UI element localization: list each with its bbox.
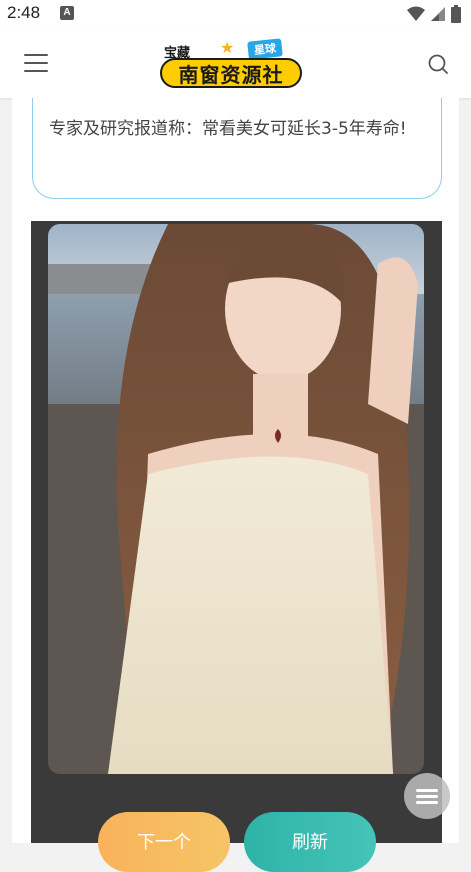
status-icons (407, 5, 461, 23)
wifi-icon (407, 6, 425, 21)
quote-bubble: 专家及研究报道称：常看美女可延长3-5年寿命! (32, 98, 442, 199)
logo-tag: 星球 (247, 38, 283, 60)
signal-icon (431, 7, 445, 21)
featured-photo[interactable] (48, 224, 424, 774)
site-logo[interactable]: 宝藏 ★ 星球 南窗资源社 (160, 38, 302, 90)
app-header: 宝藏 ★ 星球 南窗资源社 (0, 28, 471, 98)
refresh-button[interactable]: 刷新 (244, 812, 376, 872)
quote-text: 专家及研究报道称：常看美女可延长3-5年寿命! (49, 119, 407, 139)
logo-main-text: 南窗资源社 (160, 58, 302, 88)
photo-illustration (48, 224, 424, 774)
battery-icon (451, 5, 461, 23)
star-icon: ★ (220, 38, 235, 57)
status-bar: 2:48 A (0, 0, 471, 28)
status-time: 2:48 (7, 3, 41, 22)
floating-menu-button[interactable] (404, 773, 450, 819)
hamburger-menu-icon[interactable] (24, 54, 48, 72)
next-button[interactable]: 下一个 (98, 812, 230, 872)
search-icon[interactable] (427, 53, 449, 75)
list-icon (416, 786, 438, 807)
image-frame (31, 221, 442, 843)
main-content: 专家及研究报道称：常看美女可延长3-5年寿命! (12, 98, 459, 843)
notification-icon: A (60, 6, 74, 20)
